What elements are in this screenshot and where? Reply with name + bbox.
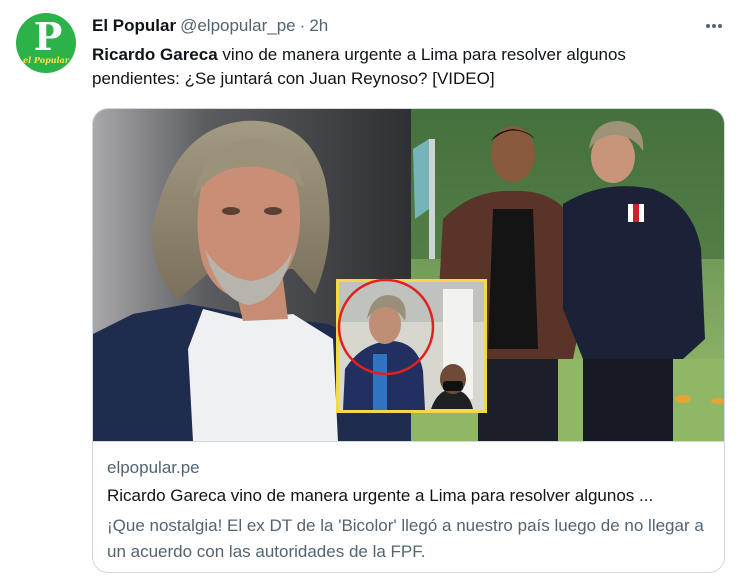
avatar-logo-brand: el Popular <box>23 55 69 65</box>
timestamp[interactable]: 2h <box>309 16 328 35</box>
tweet-text: Ricardo Gareca vino de manera urgente a … <box>92 43 712 91</box>
card-body[interactable]: elpopular.pe Ricardo Gareca vino de mane… <box>93 441 724 561</box>
card-description: ¡Que nostalgia! El ex DT de la 'Bicolor'… <box>107 516 704 561</box>
inset-photo <box>336 278 487 413</box>
more-horizontal-icon[interactable] <box>698 14 730 38</box>
separator-dot: · <box>299 16 306 35</box>
card-title[interactable]: Ricardo Gareca vino de manera urgente a … <box>107 484 707 508</box>
link-preview-card[interactable]: elpopular.pe Ricardo Gareca vino de mane… <box>92 108 725 573</box>
avatar-logo-letter: P <box>33 14 63 59</box>
tweet[interactable]: P el Popular El Popular @elpopular_pe · 2h … <box>0 0 740 576</box>
tweet-header: El Popular @elpopular_pe · 2h <box>92 14 328 38</box>
user-handle[interactable]: @elpopular_pe <box>180 16 296 35</box>
tweet-text-bold: Ricardo Gareca <box>92 45 218 64</box>
card-domain[interactable]: elpopular.pe <box>107 456 200 480</box>
avatar[interactable]: P el Popular <box>16 13 76 73</box>
card-image[interactable] <box>93 109 724 441</box>
display-name[interactable]: El Popular <box>92 16 176 35</box>
